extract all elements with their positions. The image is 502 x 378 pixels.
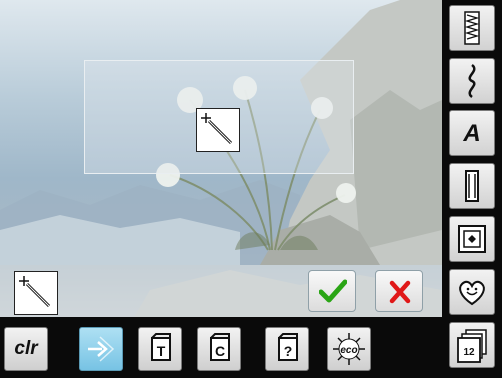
- magic-wand-button[interactable]: [14, 271, 58, 315]
- svg-text:?: ?: [284, 343, 293, 359]
- alphabet-button[interactable]: A: [449, 110, 495, 156]
- memory-label: 12: [463, 347, 475, 358]
- eco-icon: eco: [333, 333, 365, 365]
- help-icon: ?: [278, 333, 298, 361]
- clr-button[interactable]: clr: [4, 327, 48, 371]
- arrow-move-icon: [88, 336, 115, 362]
- decorative-stitch-button[interactable]: [449, 58, 495, 104]
- quilt-stitch-button[interactable]: [449, 216, 495, 262]
- right-sidebar: A 12: [442, 0, 502, 378]
- cancel-button[interactable]: [375, 270, 423, 312]
- svg-text:eco: eco: [340, 345, 357, 356]
- zigzag-stitch-button[interactable]: [449, 5, 495, 51]
- stitch-t-icon: T: [151, 333, 171, 361]
- stitch-c-button[interactable]: C: [197, 327, 241, 371]
- stitch-c-icon: C: [210, 333, 230, 361]
- zigzag-stitch-icon: [464, 11, 480, 45]
- bottom-toolbar: clr T C ? eco: [0, 317, 442, 378]
- svg-text:C: C: [215, 343, 225, 359]
- buttonhole-button[interactable]: [449, 163, 495, 209]
- confirm-button[interactable]: [308, 270, 356, 312]
- decorative-stitch-icon: [468, 64, 476, 98]
- checkmark-icon: [319, 279, 347, 303]
- clr-label: clr: [14, 338, 38, 359]
- personal-program-button[interactable]: [449, 269, 495, 315]
- close-icon: [389, 280, 411, 304]
- alphabet-label: A: [463, 120, 481, 147]
- memory-icon: 12: [457, 329, 487, 363]
- stitch-t-button[interactable]: T: [138, 327, 182, 371]
- quilt-icon: [458, 225, 486, 253]
- eco-button[interactable]: eco: [327, 327, 371, 371]
- sewing-machine-screen: clr T C ? eco A 12: [0, 0, 502, 378]
- move-button[interactable]: [79, 327, 123, 371]
- help-button[interactable]: ?: [265, 327, 309, 371]
- svg-text:T: T: [157, 343, 166, 359]
- memory-button[interactable]: 12: [449, 322, 495, 368]
- magic-wand-icon[interactable]: [196, 108, 240, 152]
- buttonhole-icon: [465, 170, 479, 202]
- heart-icon: [459, 280, 485, 306]
- preview-window: [84, 60, 354, 174]
